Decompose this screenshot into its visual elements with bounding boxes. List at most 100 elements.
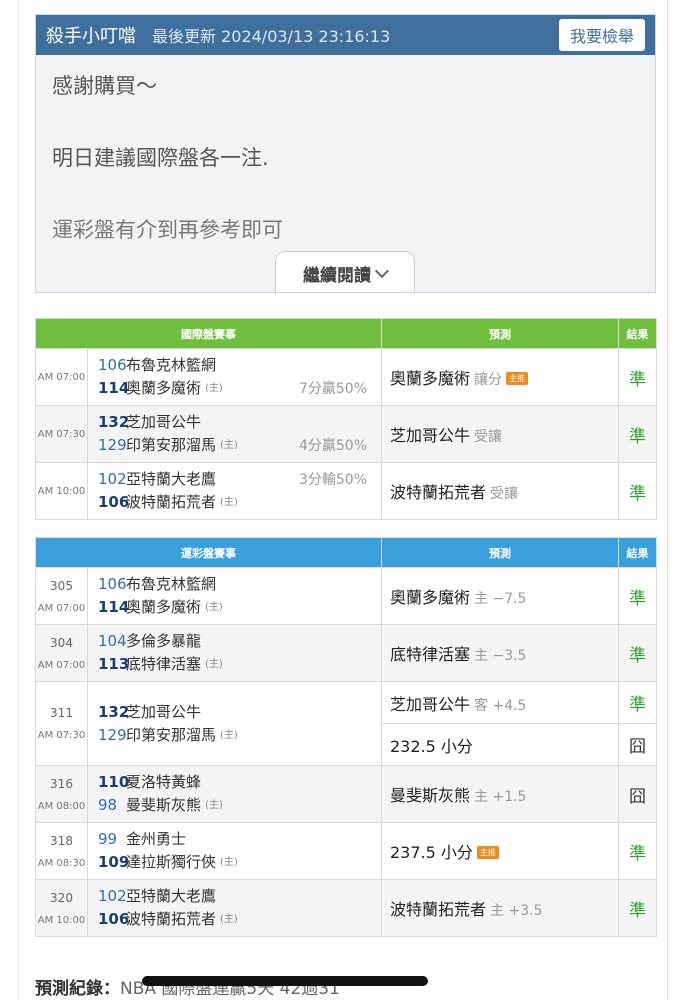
pick-line: 主 +1.5	[474, 789, 527, 805]
away-team: 芝加哥公牛	[126, 413, 202, 431]
result-badge: 囧	[618, 723, 657, 766]
pick-team: 奧蘭多魔術	[390, 588, 471, 607]
pick-team: 芝加哥公牛	[390, 426, 471, 445]
pick-type: 受讓	[490, 486, 519, 502]
home-score: 129	[98, 436, 127, 454]
column-header-prediction: 預測	[381, 318, 619, 349]
game-time: 316 AM 08:00	[35, 765, 88, 823]
home-tag: (主)	[205, 383, 223, 394]
home-score: 114	[98, 379, 130, 397]
featured-badge: 主推	[506, 372, 529, 385]
column-header-result: 結果	[618, 318, 657, 349]
matchup: 132 芝加哥公牛 129 印第安那溜馬 (主) 4分贏50%	[87, 405, 382, 463]
report-button[interactable]: 我要檢舉	[558, 19, 645, 51]
game-number: 318	[50, 833, 73, 848]
game-time: 311 AM 07:30	[35, 681, 88, 766]
game-number: 311	[50, 706, 73, 720]
column-header-result: 結果	[618, 537, 657, 568]
home-team: 波特蘭拓荒者	[126, 910, 217, 928]
home-score: 106	[98, 910, 130, 928]
chevron-down-icon	[374, 263, 390, 278]
table-row: 320 AM 10:00 102 亞特蘭大老鷹 106 波特蘭拓荒者 (主) 波特蘭拓荒…	[35, 879, 657, 937]
game-number: 320	[50, 890, 73, 905]
home-score: 114	[98, 598, 130, 616]
home-score: 106	[98, 493, 130, 511]
away-team: 布魯克林籃網	[126, 356, 217, 374]
last-updated: 最後更新 2024/03/13 23:16:13	[152, 27, 391, 46]
prediction: 波特蘭拓荒者主 +3.5	[381, 879, 619, 937]
prediction: 奧蘭多魔術主 −7.5	[381, 567, 619, 625]
matchup: 132 芝加哥公牛 129 印第安那溜馬 (主)	[87, 681, 382, 766]
home-team: 印第安那溜馬	[126, 436, 217, 454]
away-team: 亞特蘭大老鷹	[126, 887, 217, 905]
matchup: 104 多倫多暴龍 113 底特律活塞 (主)	[87, 624, 382, 682]
table-row: 311 AM 07:30 132 芝加哥公牛 129 印第安那溜馬 (主) 芝加哥公牛客…	[35, 681, 657, 766]
away-team: 夏洛特黃蜂	[126, 773, 202, 791]
table-row: 316 AM 08:00 110 夏洛特黃蜂 98 曼斐斯灰熊 (主) 曼斐斯灰熊主 +…	[35, 765, 657, 823]
result-badge: 囧	[618, 765, 657, 823]
prediction: 曼斐斯灰熊主 +1.5	[381, 765, 619, 823]
column-header-games: 運彩盤賽事	[35, 537, 382, 568]
matchup: 102 亞特蘭大老鷹 106 波特蘭拓荒者 (主)	[87, 879, 382, 937]
home-tag: (主)	[205, 800, 223, 811]
pick-team: 奧蘭多魔術	[390, 369, 471, 388]
away-score: 106	[98, 575, 127, 593]
home-tag: (主)	[220, 857, 238, 868]
away-team: 亞特蘭大老鷹	[126, 470, 217, 488]
column-header-prediction: 預測	[381, 537, 619, 568]
game-time: 320 AM 10:00	[35, 879, 88, 937]
home-tag: (主)	[220, 440, 238, 451]
game-number: 316	[50, 776, 73, 791]
home-team: 底特律活塞	[126, 655, 202, 673]
pick-line: 主 −7.5	[474, 591, 527, 607]
prediction: 底特律活塞主 −3.5	[381, 624, 619, 682]
prediction: 奧蘭多魔術 讓分 主推	[381, 348, 619, 406]
read-more-button[interactable]: 繼續閱讀	[275, 251, 415, 292]
pick-team: 波特蘭拓荒者	[390, 483, 487, 502]
home-score: 109	[98, 853, 130, 871]
time-label: AM 07:30	[37, 730, 86, 741]
table-row: 318 AM 08:30 99 金州勇士 109 達拉斯獨行俠 (主) 237.5 小分…	[35, 822, 657, 880]
home-tag: (主)	[205, 602, 223, 613]
away-score: 102	[98, 470, 127, 488]
result-badge: 準	[618, 822, 657, 880]
away-score: 110	[98, 773, 130, 791]
home-team: 印第安那溜馬	[126, 725, 217, 744]
home-tag: (主)	[220, 497, 238, 508]
game-number: 305	[50, 578, 73, 593]
home-team: 曼斐斯灰熊	[126, 796, 202, 814]
pick-team: 底特律活塞	[390, 645, 471, 664]
game-time: AM 07:30	[35, 405, 88, 463]
post-paragraph: 感謝購買～	[52, 74, 157, 98]
result-badge: 準	[618, 567, 657, 625]
matchup: 99 金州勇士 109 達拉斯獨行俠 (主)	[87, 822, 382, 880]
author-name[interactable]: 殺手小叮噹	[46, 22, 136, 48]
post-card: 殺手小叮噹 最後更新 2024/03/13 23:16:13 我要檢舉 感謝購買…	[35, 14, 656, 293]
prediction: 芝加哥公牛 受讓	[381, 405, 619, 463]
result-badge: 準	[618, 348, 657, 406]
home-team: 奧蘭多魔術	[126, 379, 202, 397]
pick-type: 受讓	[474, 429, 503, 445]
sport-lottery-table: 運彩盤賽事 預測 結果 305 AM 07:00 106 布魯克林籃網 114 奧蘭多…	[35, 537, 657, 937]
table-row: 304 AM 07:00 104 多倫多暴龍 113 底特律活塞 (主) 底特律活塞主 …	[35, 624, 657, 682]
game-number: 304	[50, 635, 73, 650]
post-paragraph: 明日建議國際盤各一注.	[52, 146, 269, 170]
result-badge: 準	[618, 462, 657, 520]
time-label: AM 10:00	[37, 914, 86, 926]
prediction-total: 232.5 小分	[381, 723, 619, 766]
home-indicator-bar[interactable]	[142, 976, 428, 986]
home-tag: (主)	[220, 729, 238, 741]
spread-result: 7分贏50%	[298, 381, 367, 397]
matchup: 106 布魯克林籃網 114 奧蘭多魔術 (主) 7分贏50%	[87, 348, 382, 406]
away-team: 芝加哥公牛	[126, 702, 202, 721]
record-label: 預測紀錄：	[35, 979, 120, 999]
table-row: AM 10:00 102 亞特蘭大老鷹 3分輸50% 106 波特蘭拓荒者 (主) 波特…	[35, 462, 657, 520]
game-time: 318 AM 08:30	[35, 822, 88, 880]
pick-team: 芝加哥公牛	[390, 694, 471, 714]
game-time: 305 AM 07:00	[35, 567, 88, 625]
away-score: 99	[98, 830, 118, 848]
spread-result: 4分贏50%	[298, 438, 367, 454]
result-badge: 準	[618, 405, 657, 463]
pick-total: 237.5 小分	[390, 843, 473, 862]
prediction: 237.5 小分 主推	[381, 822, 619, 880]
